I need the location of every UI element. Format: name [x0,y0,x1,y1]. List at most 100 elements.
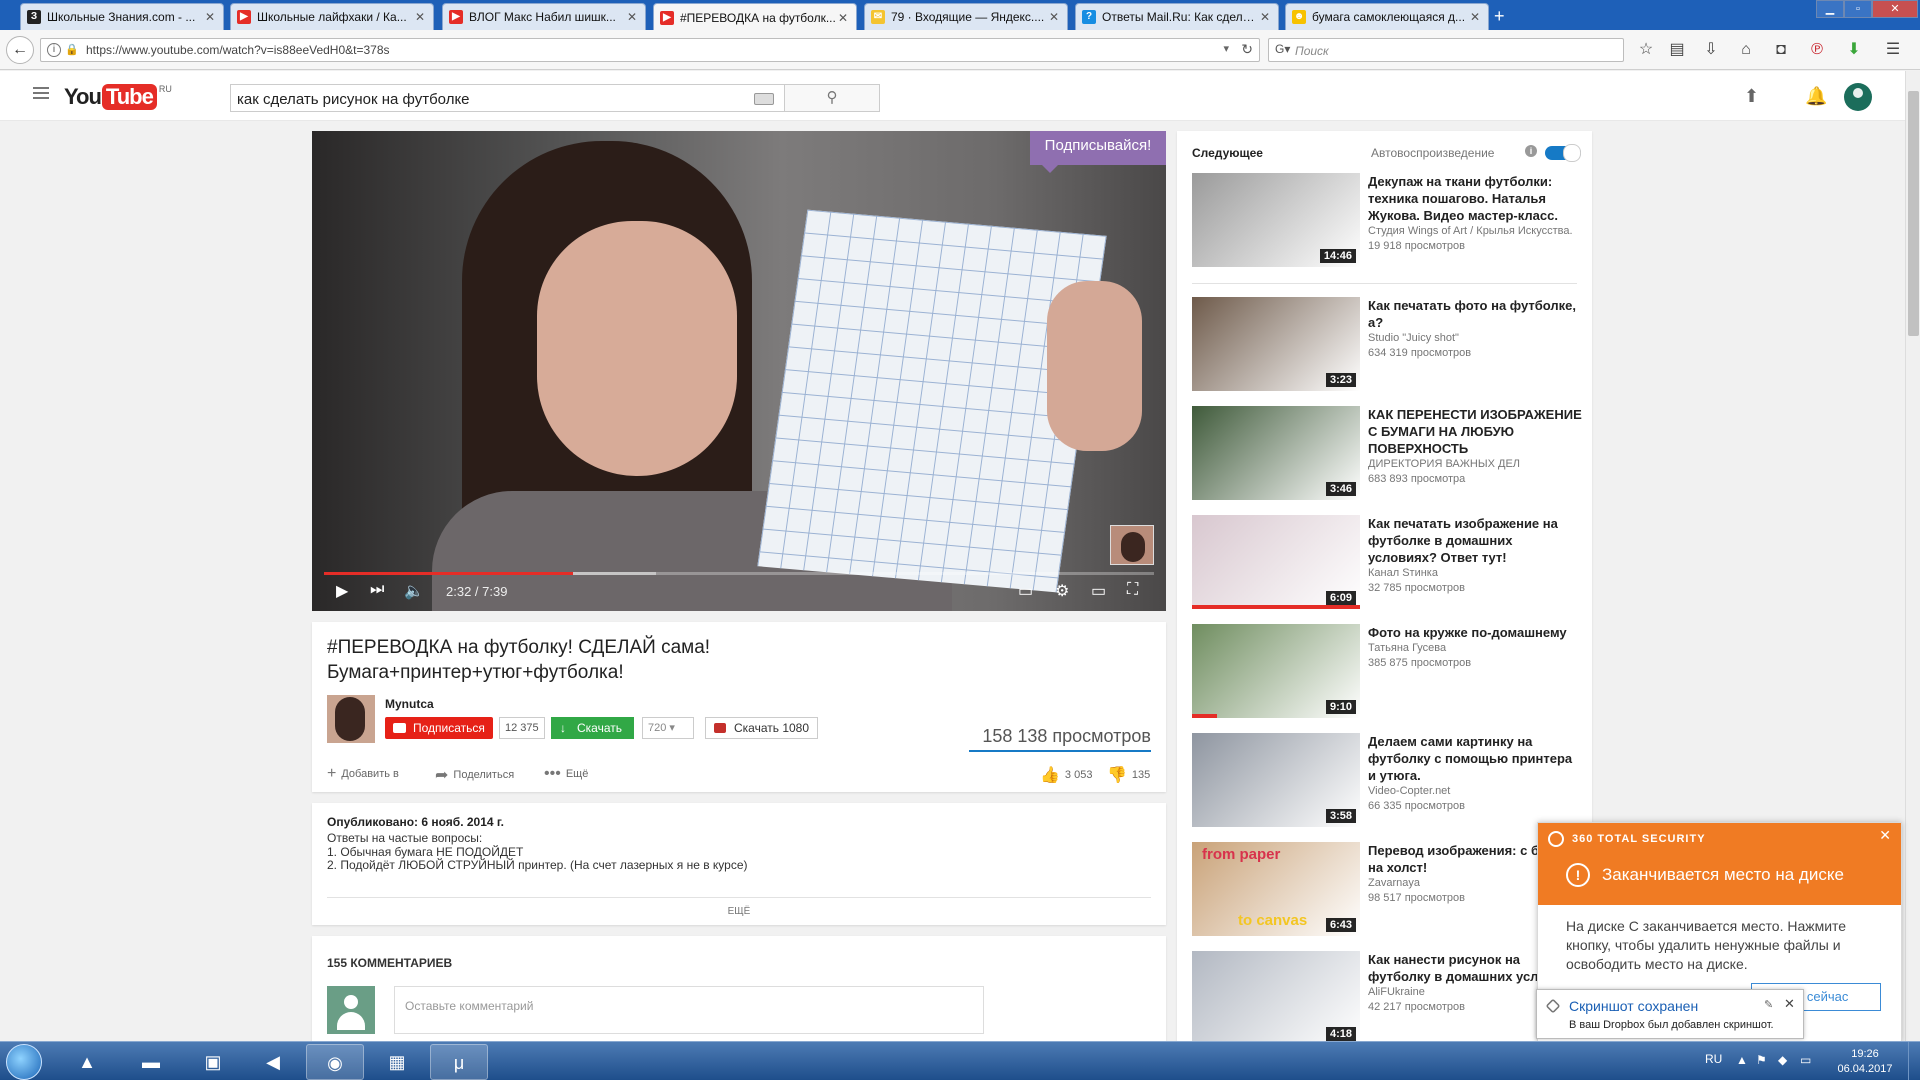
channel-avatar[interactable] [327,695,375,743]
home-icon[interactable]: ⌂ [1735,40,1757,62]
pinterest-icon[interactable]: ℗ [1806,40,1828,62]
browser-tab[interactable]: ☻ бумага самоклеющаяся д... ✕ [1285,3,1489,30]
address-bar[interactable]: i 🔒 https://www.youtube.com/watch?v=is88… [40,38,1260,62]
browser-tab[interactable]: ▶ ВЛОГ Макс Набил шишк... ✕ [442,3,646,30]
related-video-item[interactable]: 6:09 Как печатать изображение на футболке… [1192,515,1592,609]
tray-expand-icon[interactable]: ▲ [1736,1053,1748,1067]
fullscreen-icon[interactable]: ⛶ [1127,581,1138,599]
minimize-button[interactable]: ▁ [1816,0,1844,18]
related-video-item[interactable]: from paper to canvas 6:43 Перевод изображен… [1192,842,1592,936]
keyboard-icon[interactable] [754,93,774,105]
tab-close-icon[interactable]: ✕ [625,10,639,24]
explorer-folder-icon[interactable]: ▬ [122,1044,180,1080]
like-button[interactable]: 👍 3 053 [1040,765,1092,785]
video-player[interactable]: Подписывайся! ▶ ⏭ 🔈 2:32 / 7:39 ▭ ⚙ ▭ ⛶ [312,131,1166,611]
office-app-icon[interactable]: ▦ [368,1044,426,1080]
tab-close-icon[interactable]: ✕ [413,10,427,24]
subtitles-icon[interactable]: ▭ [1018,581,1033,601]
start-button[interactable] [6,1044,42,1080]
reload-icon[interactable]: ↻ [1241,41,1253,58]
related-video-item[interactable]: 14:46 Декупаж на ткани футболки: техника … [1192,173,1592,267]
upload-icon[interactable]: ⬆ [1744,86,1759,107]
comment-input[interactable]: Оставьте комментарий [394,986,984,1034]
tab-close-icon[interactable]: ✕ [836,11,850,25]
youtube-logo[interactable]: You Tube RU [64,84,172,110]
browser-tab[interactable]: З Школьные Знания.com - ... ✕ [20,3,224,30]
page-scrollbar[interactable] [1905,71,1920,1041]
related-author[interactable]: Studio "Juicy shot" [1368,331,1583,346]
download-1080-button[interactable]: Скачать 1080 [705,717,819,739]
firefox-taskbar-icon[interactable]: ◉ [306,1044,364,1080]
autoplay-toggle[interactable] [1545,144,1581,162]
window-close-button[interactable]: ✕ [1872,0,1918,18]
url-dropdown-icon[interactable]: ▾ [1223,42,1229,55]
related-author[interactable]: Video-Copter.net [1368,784,1583,799]
download-button[interactable]: Скачать [551,717,634,739]
action-center-flag-icon[interactable]: ⚑ [1756,1053,1767,1067]
related-author[interactable]: Канал Sтинка [1368,566,1583,581]
browser-tab[interactable]: ? Ответы Mail.Ru: Как сдела... ✕ [1075,3,1279,30]
subscribe-button[interactable]: Подписаться [385,717,493,739]
related-title[interactable]: Декупаж на ткани футболки: техника пошаг… [1368,173,1583,224]
related-thumbnail[interactable]: 6:09 [1192,515,1360,609]
keyboard-language[interactable]: RU [1705,1052,1722,1066]
related-title[interactable]: КАК ПЕРЕНЕСТИ ИЗОБРАЖЕНИЕ С БУМАГИ НА ЛЮ… [1368,406,1583,457]
related-thumbnail[interactable]: 3:46 [1192,406,1360,500]
settings-gear-icon[interactable]: ⚙ [1055,581,1069,601]
save-disk-icon[interactable]: ▣ [184,1044,242,1080]
related-title[interactable]: Фото на кружке по-домашнему [1368,624,1583,641]
show-more-button[interactable]: ЕЩЁ [312,906,1166,917]
theater-mode-icon[interactable]: ▭ [1091,581,1106,601]
show-desktop-button[interactable] [1908,1042,1920,1080]
dislike-button[interactable]: 👎 135 [1107,765,1150,785]
reading-list-icon[interactable]: ▤ [1666,40,1688,62]
youtube-search-input[interactable]: как сделать рисунок на футболке [230,84,785,112]
related-author[interactable]: Студия Wings of Art / Крылья Искусства. [1368,224,1583,239]
related-video-item[interactable]: 9:10 Фото на кружке по-домашнему Татьяна Г… [1192,624,1592,718]
search-engine-icon[interactable]: G▾ [1275,42,1290,56]
tab-close-icon[interactable]: ✕ [1258,10,1272,24]
browser-search-box[interactable]: G▾ Поиск [1268,38,1624,62]
downloads-icon[interactable]: ⇩ [1700,40,1722,62]
tab-close-icon[interactable]: ✕ [203,10,217,24]
related-title[interactable]: Делаем сами картинку на футболку с помощ… [1368,733,1583,784]
new-tab-button[interactable]: + [1494,6,1505,27]
related-title[interactable]: Как печатать фото на футболке, а? [1368,297,1583,331]
dropbox-tray-icon[interactable]: ◆ [1778,1053,1787,1067]
guide-menu-icon[interactable] [33,87,49,102]
utorrent-icon[interactable]: μ [430,1044,488,1080]
autoplay-info-icon[interactable]: i [1525,145,1537,157]
speaker-app-icon[interactable]: ◀ [244,1044,302,1080]
related-thumbnail[interactable]: 3:58 [1192,733,1360,827]
subscribe-annotation[interactable]: Подписывайся! [1030,131,1166,165]
notification-close-icon[interactable]: ✕ [1879,827,1891,844]
related-thumbnail[interactable]: 9:10 [1192,624,1360,718]
dropbox-toast[interactable]: Скриншот сохранен В ваш Dropbox был доба… [1536,989,1804,1039]
back-button[interactable]: ← [6,36,34,64]
related-video-item[interactable]: 3:46 КАК ПЕРЕНЕСТИ ИЗОБРАЖЕНИЕ С БУМАГИ Н… [1192,406,1592,500]
system-clock[interactable]: 19:26 06.04.2017 [1830,1047,1900,1077]
menu-hamburger-icon[interactable]: ☰ [1882,40,1904,62]
add-to-button[interactable]: + Добавить в [327,765,399,783]
related-video-item[interactable]: 4:18 Как нанести рисунок на футболку в до… [1192,951,1592,1045]
maximize-button[interactable]: ▫ [1844,0,1872,18]
channel-watermark[interactable] [1110,525,1154,565]
related-video-item[interactable]: 3:58 Делаем сами картинку на футболку с п… [1192,733,1592,827]
account-avatar[interactable] [1844,83,1872,111]
related-title[interactable]: Как печатать изображение на футболке в д… [1368,515,1583,566]
network-icon[interactable]: ▭ [1800,1053,1811,1067]
related-thumbnail[interactable]: 14:46 [1192,173,1360,267]
pocket-icon[interactable]: ◘ [1770,40,1792,62]
pin-icon[interactable]: ✎ [1764,998,1773,1011]
tab-close-icon[interactable]: ✕ [1047,10,1061,24]
notifications-bell-icon[interactable]: 🔔 [1805,86,1827,107]
scrollbar-thumb[interactable] [1908,91,1919,336]
channel-name[interactable]: Mynutca [385,697,434,711]
related-video-item[interactable]: 3:23 Как печатать фото на футболке, а? Stu… [1192,297,1592,391]
related-author[interactable]: Татьяна Гусева [1368,641,1583,656]
play-icon[interactable]: ▶ [336,581,348,601]
related-thumbnail[interactable]: from paper to canvas 6:43 [1192,842,1360,936]
next-icon[interactable]: ⏭ [370,581,384,599]
browser-tab[interactable]: ▶ Школьные лайфхаки / Ка... ✕ [230,3,434,30]
more-actions-button[interactable]: ••• Ещё [544,765,588,783]
